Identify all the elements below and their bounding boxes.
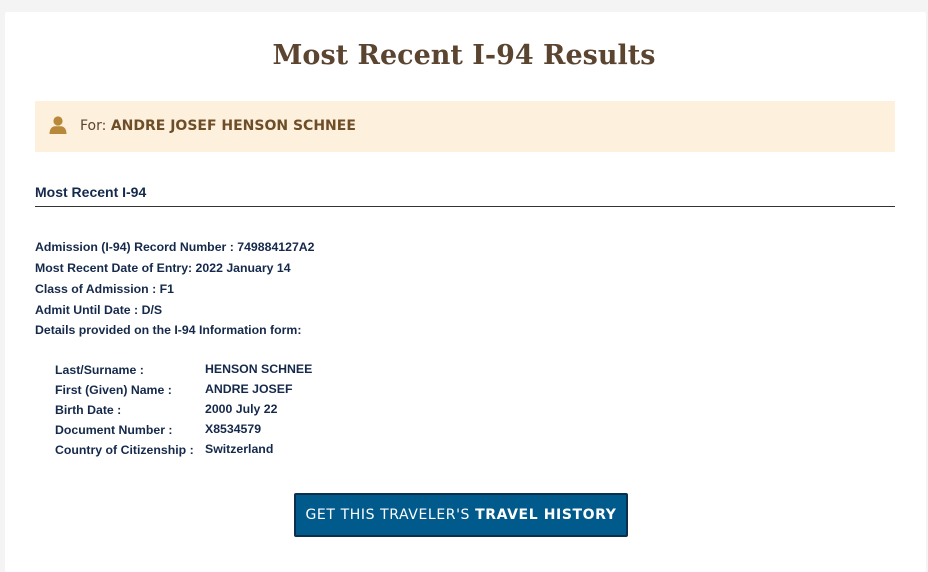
section-divider — [35, 206, 895, 207]
section-title: Most Recent I-94 — [35, 184, 147, 200]
traveler-banner: For: ANDRE JOSEF HENSON SCHNEE — [35, 101, 895, 152]
details-intro: Details provided on the I-94 Information… — [35, 323, 302, 337]
user-icon — [48, 115, 68, 135]
for-label: For: — [80, 118, 107, 134]
detail-label-surname: Last/Surname : — [55, 363, 144, 377]
detail-value-citizenship: Switzerland — [205, 442, 274, 456]
detail-value-surname: HENSON SCHNEE — [205, 362, 313, 376]
class-of-admission: Class of Admission : F1 — [35, 282, 174, 296]
travel-history-strong: TRAVEL HISTORY — [475, 507, 617, 523]
travel-history-prefix: GET THIS TRAVELER'S — [305, 507, 471, 523]
detail-value-document-number: X8534579 — [205, 422, 262, 436]
detail-label-given-name: First (Given) Name : — [55, 383, 172, 397]
detail-value-birth-date: 2000 July 22 — [205, 402, 278, 416]
page-title: Most Recent I-94 Results — [272, 40, 656, 71]
detail-label-birth-date: Birth Date : — [55, 403, 122, 417]
detail-label-citizenship: Country of Citizenship : — [55, 443, 194, 457]
admit-until-date: Admit Until Date : D/S — [35, 303, 163, 317]
get-travel-history-button[interactable]: GET THIS TRAVELER'S TRAVEL HISTORY — [294, 493, 628, 537]
traveler-for-text: For: ANDRE JOSEF HENSON SCHNEE — [80, 118, 356, 134]
traveler-name: ANDRE JOSEF HENSON SCHNEE — [110, 118, 356, 134]
detail-label-document-number: Document Number : — [55, 423, 173, 437]
most-recent-entry-date: Most Recent Date of Entry: 2022 January … — [35, 261, 291, 275]
detail-value-given-name: ANDRE JOSEF — [205, 382, 293, 396]
admission-record-number: Admission (I-94) Record Number : 7498841… — [35, 240, 315, 254]
